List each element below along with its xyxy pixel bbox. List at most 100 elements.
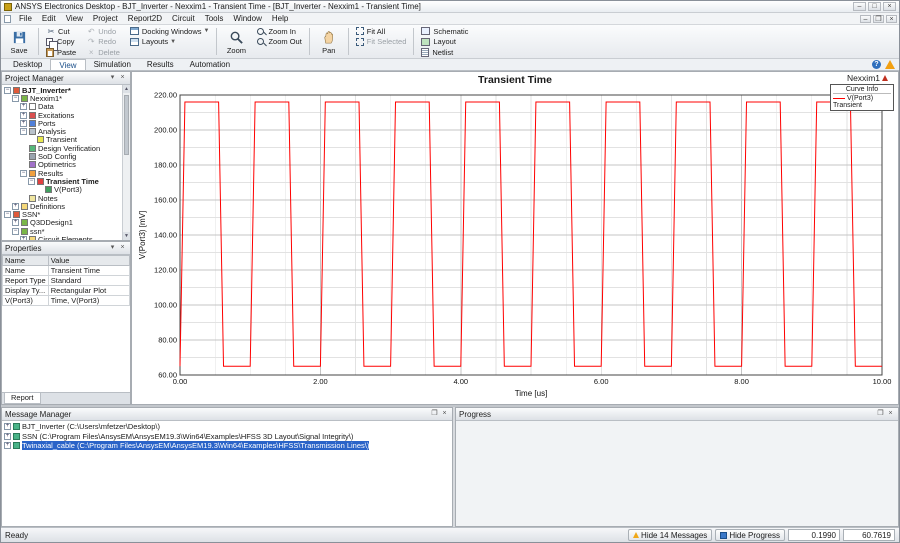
tree-expander-icon[interactable]: +	[20, 111, 27, 119]
scroll-thumb[interactable]	[124, 95, 129, 155]
message-expander-icon[interactable]: +	[4, 432, 11, 440]
ribbon-tab-simulation[interactable]: Simulation	[86, 59, 139, 70]
hide-messages-button[interactable]: Hide 14 Messages	[628, 529, 713, 541]
property-value[interactable]: Time, V(Port3)	[47, 295, 131, 306]
panel-close-icon[interactable]: ×	[440, 410, 449, 419]
hide-progress-button[interactable]: Hide Progress	[715, 529, 785, 541]
schematic-button[interactable]: Schematic	[417, 26, 472, 37]
tab-report[interactable]: Report	[4, 393, 41, 404]
menu-window[interactable]: Window	[228, 14, 266, 23]
message-item[interactable]: + SSN (C:\Program Files\AnsysEM\AnsysEM19…	[2, 432, 452, 442]
tree-item[interactable]: V(Port3)	[2, 185, 122, 194]
pan-button[interactable]: Pan	[313, 26, 345, 58]
tree-expander-icon[interactable]: +	[12, 219, 19, 227]
report-window[interactable]: Transient Time Nexxim1 Curve Info V(Port…	[131, 71, 899, 405]
ribbon-tab-view[interactable]: View	[50, 59, 86, 70]
property-value[interactable]: Transient Time	[47, 265, 131, 276]
tree-item[interactable]: + Definitions	[2, 202, 122, 211]
child-minimize-button[interactable]: –	[860, 14, 871, 23]
tree-expander-icon[interactable]: −	[28, 177, 35, 185]
save-button[interactable]: Save	[3, 26, 35, 58]
menu-circuit[interactable]: Circuit	[167, 14, 200, 23]
trace-icon	[45, 186, 52, 194]
layouts-icon	[129, 37, 139, 46]
panel-menu-icon[interactable]: ▾	[108, 74, 117, 83]
message-manager-panel: Message Manager ❐ × + BJT_Inverter (C:\Us…	[1, 407, 453, 527]
menu-view[interactable]: View	[61, 14, 88, 23]
panel-close-icon[interactable]: ×	[118, 244, 127, 253]
ribbon-tab-desktop[interactable]: Desktop	[5, 59, 50, 70]
message-expander-icon[interactable]: +	[4, 423, 11, 431]
zoom-out-button[interactable]: Zoom Out	[252, 37, 305, 48]
menu-report2d[interactable]: Report2D	[123, 14, 167, 23]
minimize-button[interactable]: –	[853, 2, 866, 11]
netlist-button[interactable]: Netlist	[417, 47, 472, 58]
tree-expander-icon[interactable]: −	[20, 128, 27, 136]
message-label: SSN (C:\Program Files\AnsysEM\AnsysEM19.…	[22, 431, 354, 441]
transient-plot[interactable]: 0.00 2.00 4.00 6.00 8.00 10.0060.0080.00100.0…	[134, 85, 896, 402]
project-tree-scrollbar[interactable]: ▲ ▼	[122, 85, 130, 240]
maximize-button[interactable]: □	[868, 2, 881, 11]
tree-expander-icon[interactable]: +	[20, 103, 27, 111]
design-icon	[21, 219, 28, 227]
menu-edit[interactable]: Edit	[37, 14, 61, 23]
layouts-button[interactable]: Layouts ▼	[126, 37, 214, 48]
zoom-in-button[interactable]: Zoom In	[252, 26, 305, 37]
paste-button[interactable]: Paste	[42, 47, 80, 58]
tree-expander-icon[interactable]: −	[12, 94, 19, 102]
ribbon-tab-automation[interactable]: Automation	[182, 59, 238, 70]
docking-windows-button[interactable]: Docking Windows ▼	[126, 26, 214, 37]
ribbon-tab-bar: Desktop View Simulation Results Automation ?	[1, 59, 899, 71]
pin-icon[interactable]	[882, 75, 888, 81]
tree-expander-icon[interactable]: −	[4, 86, 11, 94]
properties-col-name[interactable]: Name	[2, 255, 49, 266]
panel-float-icon[interactable]: ❐	[430, 410, 439, 419]
tree-item-label: Circuit Elements	[38, 235, 93, 240]
tree-expander-icon[interactable]: −	[20, 169, 27, 177]
cut-button[interactable]: ✂ Cut	[42, 26, 80, 37]
panel-close-icon[interactable]: ×	[886, 410, 895, 419]
child-close-button[interactable]: ×	[886, 14, 897, 23]
panel-close-icon[interactable]: ×	[118, 74, 127, 83]
menu-project[interactable]: Project	[88, 14, 123, 23]
fit-all-button[interactable]: Fit All	[352, 26, 411, 37]
scroll-down-icon[interactable]: ▼	[123, 232, 130, 240]
window-title: ANSYS Electronics Desktop - BJT_Inverter…	[15, 2, 421, 11]
layout-button[interactable]: Layout	[417, 37, 472, 48]
fit-selected-button[interactable]: Fit Selected	[352, 37, 411, 48]
tree-expander-icon[interactable]: +	[20, 119, 27, 127]
properties-col-value[interactable]: Value	[47, 255, 131, 266]
help-icon[interactable]: ?	[872, 60, 881, 69]
menu-tools[interactable]: Tools	[200, 14, 229, 23]
tree-expander-icon[interactable]: +	[12, 202, 19, 210]
property-value[interactable]: Rectangular Plot	[47, 285, 131, 296]
message-expander-icon[interactable]: +	[4, 442, 11, 450]
menu-file[interactable]: File	[14, 14, 37, 23]
panel-menu-icon[interactable]: ▾	[108, 244, 117, 253]
zoom-button[interactable]: Zoom	[220, 26, 252, 58]
message-item[interactable]: + BJT_Inverter (C:\Users\mfetzer\Desktop\…	[2, 422, 452, 432]
child-restore-button[interactable]: ❐	[873, 14, 884, 23]
property-row: Report Type Standard	[2, 275, 131, 286]
scroll-up-icon[interactable]: ▲	[123, 85, 130, 93]
redo-button[interactable]: ↷ Redo	[82, 37, 124, 48]
tree-expander-icon[interactable]: +	[20, 235, 27, 240]
message-item[interactable]: + Twinaxial_cable (C:\Program Files\Ansys…	[2, 441, 452, 451]
panel-float-icon[interactable]: ❐	[876, 410, 885, 419]
close-button[interactable]: ×	[883, 2, 896, 11]
undo-button[interactable]: ↶ Undo	[82, 26, 124, 37]
tree-item[interactable]: + Excitations	[2, 111, 122, 120]
tree-item[interactable]: − Nexxim1*	[2, 94, 122, 103]
menubar: File Edit View Project Report2D Circuit Tools W…	[1, 13, 899, 25]
menu-help[interactable]: Help	[267, 14, 293, 23]
copy-button[interactable]: Copy	[42, 37, 80, 51]
tree-expander-icon[interactable]: −	[12, 227, 19, 235]
ribbon-tab-results[interactable]: Results	[139, 59, 182, 70]
design-icon	[21, 227, 28, 235]
tree-item[interactable]: + Circuit Elements	[2, 235, 122, 240]
property-value[interactable]: Standard	[47, 275, 131, 286]
delete-button[interactable]: × Delete	[82, 47, 124, 58]
curve-legend[interactable]: Curve Info V(Port3) Transient	[830, 84, 894, 111]
tree-expander-icon[interactable]: −	[4, 211, 11, 219]
tree-item[interactable]: + Q3DDesign1	[2, 218, 122, 227]
